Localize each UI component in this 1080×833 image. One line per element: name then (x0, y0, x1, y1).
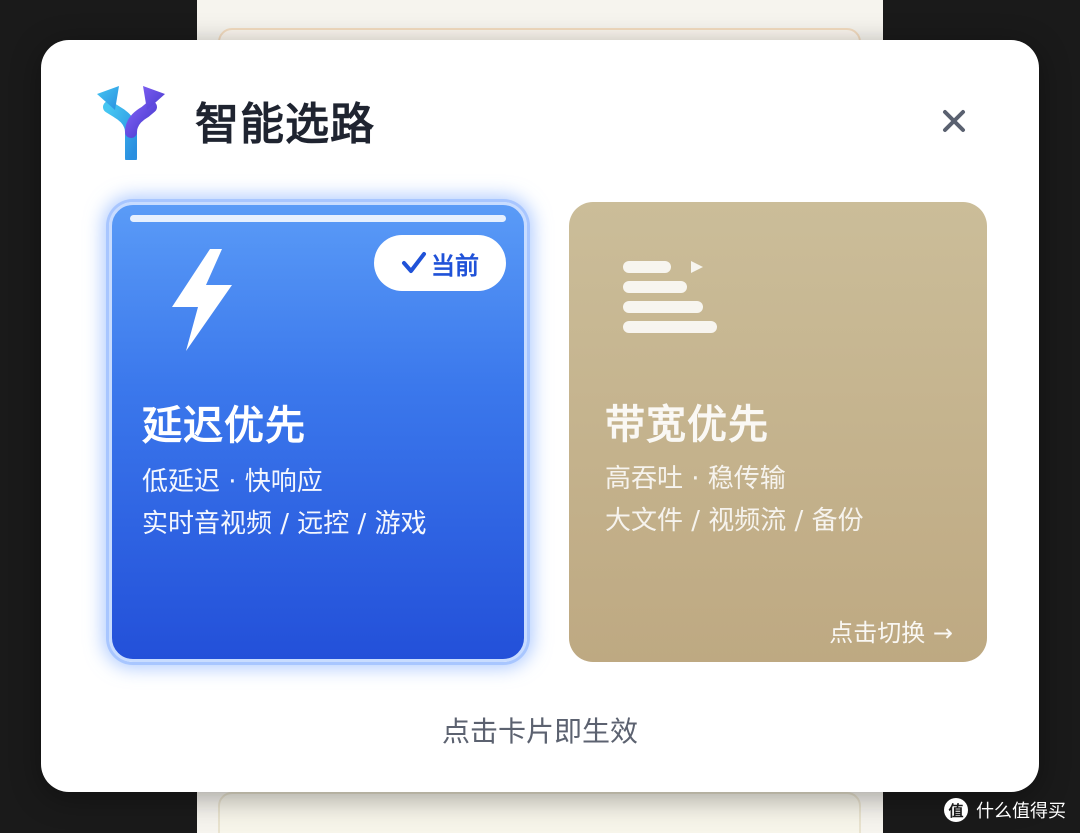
site-watermark: 值 什么值得买 (944, 797, 1066, 823)
lightning-icon (172, 249, 232, 351)
current-badge-label: 当前 (431, 251, 479, 280)
watermark-text: 什么值得买 (976, 801, 1066, 822)
card-feature-line: 高吞吐 · 稳传输 (605, 464, 786, 494)
latency-priority-card[interactable]: 当前 延迟优先 低延迟 · 快响应 实时音视频 / 远控 / 游戏 (109, 202, 527, 662)
current-badge: 当前 (374, 235, 506, 291)
card-feature-line: 低延迟 · 快响应 (142, 467, 323, 497)
footer-hint: 点击卡片即生效 (441, 715, 638, 748)
card-title: 带宽优先 (605, 402, 769, 448)
card-title: 延迟优先 (142, 403, 306, 449)
bandwidth-priority-card[interactable]: 带宽优先 高吞吐 · 稳传输 大文件 / 视频流 / 备份 点击切换 → (569, 202, 987, 662)
dialog-header: 智能选路 (93, 80, 375, 160)
close-icon (943, 110, 965, 132)
route-select-dialog: 智能选路 当前 延迟优先 低延迟 · 快响应 实时音视频 / 远控 / 游戏 带… (41, 40, 1039, 792)
close-button[interactable] (939, 106, 969, 136)
card-usecase-line: 实时音视频 / 远控 / 游戏 (142, 509, 427, 539)
card-top-highlight (130, 215, 506, 222)
switch-action-link[interactable]: 点击切换 → (829, 613, 953, 648)
watermark-logo-icon: 值 (944, 798, 968, 822)
route-split-logo-icon (97, 86, 165, 160)
background-panel-bottom (218, 792, 861, 833)
dialog-title: 智能选路 (195, 99, 375, 150)
card-usecase-line: 大文件 / 视频流 / 备份 (605, 506, 864, 536)
check-icon (402, 252, 426, 273)
stream-bars-icon (623, 261, 717, 333)
